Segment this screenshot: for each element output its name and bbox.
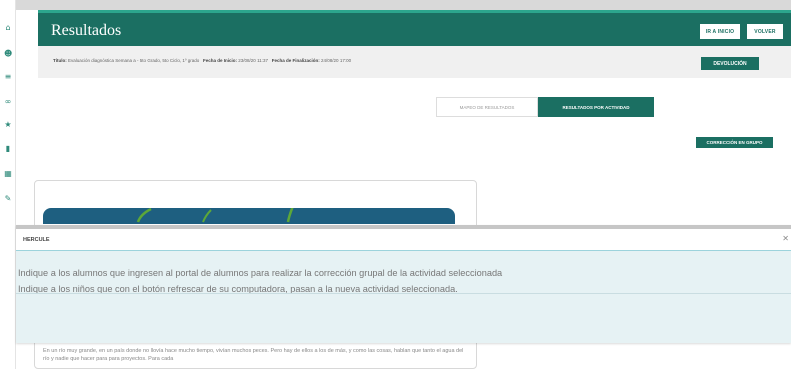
plants-illustration (136, 205, 295, 223)
list-icon[interactable]: ≡ (4, 73, 12, 81)
home-icon[interactable]: ⌂ (4, 24, 12, 32)
link-icon[interactable]: ∞ (4, 98, 12, 106)
grid-icon[interactable]: ▦ (4, 170, 12, 178)
activity-illustration (43, 205, 455, 224)
star-icon[interactable]: ★ (4, 121, 12, 129)
start-date: 23/08/20 11:37 (238, 58, 268, 63)
instructions-modal: HERCULE ✕ Indique a los alumnos que ingr… (16, 225, 791, 343)
modal-divider (16, 293, 791, 294)
sidebar: ⌂ ☻ ≡ ∞ ★ ▮ ▦ ✎ (0, 0, 16, 369)
book-icon[interactable]: ▮ (4, 145, 12, 153)
devolucion-button[interactable]: DEVOLUCIÓN (701, 57, 759, 70)
volver-button[interactable]: VOLVER (747, 24, 783, 39)
tab-resultados-actividad[interactable]: RESULTADOS POR ACTIVIDAD (538, 97, 654, 117)
modal-title: HERCULE (23, 237, 50, 243)
results-tabs: MAPEO DE RESULTADOS RESULTADOS POR ACTIV… (436, 97, 654, 117)
instruction-line-1: Indique a los alumnos que ingresen al po… (18, 268, 503, 278)
page-title: Resultados (51, 22, 122, 39)
activity-text: En un río muy grande, en un país donde n… (43, 348, 464, 362)
modal-body: Indique a los alumnos que ingresen al po… (16, 251, 791, 343)
tab-mapeo[interactable]: MAPEO DE RESULTADOS (436, 97, 538, 117)
modal-header: HERCULE ✕ (16, 229, 791, 251)
users-icon[interactable]: ☻ (4, 50, 12, 58)
activity-info: Título: Evaluación diagnóstica Semana a … (53, 58, 352, 63)
activity-title: Evaluación diagnóstica Semana a - 5to Gr… (68, 58, 200, 63)
header-bar: Resultados IR A INICIO VOLVER (38, 10, 791, 46)
end-date: 24/08/20 17:00 (321, 58, 352, 63)
info-bar: Título: Evaluación diagnóstica Semana a … (38, 46, 791, 78)
close-icon[interactable]: ✕ (782, 234, 789, 243)
correccion-grupo-button[interactable]: CORRECCIÓN EN GRUPO (696, 137, 773, 148)
inicio-button[interactable]: IR A INICIO (700, 24, 740, 39)
pencil-icon[interactable]: ✎ (4, 195, 12, 203)
